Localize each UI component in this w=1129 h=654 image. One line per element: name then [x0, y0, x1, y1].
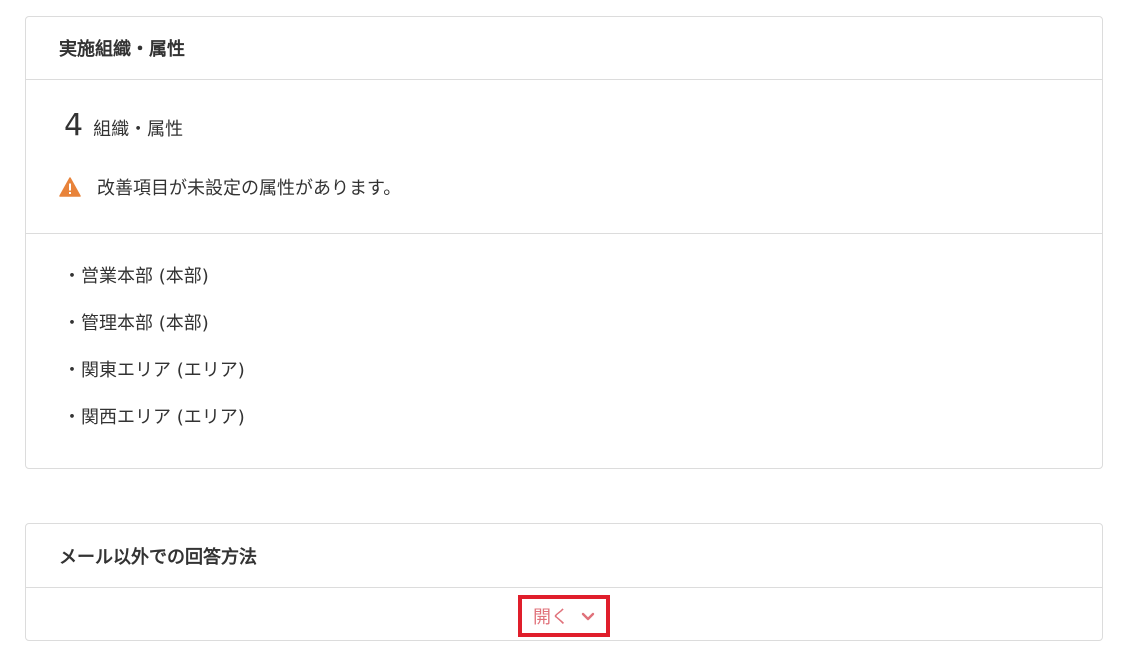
toggle-label: 開く	[533, 607, 569, 628]
list-item: ・管理本部 (本部)	[63, 313, 209, 334]
warning-message: 改善項目が未設定の属性があります。	[59, 174, 401, 200]
warning-triangle-icon	[59, 177, 81, 197]
org-count-number: 4	[64, 108, 84, 143]
chevron-down-icon	[581, 611, 595, 621]
alt-card-title: メール以外での回答方法	[26, 524, 1102, 588]
org-attributes-card: 実施組織・属性 4 組織・属性 改善項目が未設定の属性があります。 ・営業本部 …	[25, 16, 1103, 469]
org-count: 4 組織・属性	[64, 108, 183, 143]
org-summary: 4 組織・属性 改善項目が未設定の属性があります。	[26, 80, 1102, 234]
alt-answer-method-card: メール以外での回答方法 開く	[25, 523, 1103, 641]
list-item: ・関西エリア (エリア)	[63, 407, 245, 428]
org-count-unit: 組織・属性	[93, 119, 184, 140]
list-item: ・関東エリア (エリア)	[63, 360, 245, 381]
org-list: ・営業本部 (本部) ・管理本部 (本部) ・関東エリア (エリア) ・関西エリ…	[26, 234, 1102, 453]
warning-text: 改善項目が未設定の属性があります。	[97, 178, 402, 199]
list-item: ・営業本部 (本部)	[63, 266, 209, 287]
org-card-title: 実施組織・属性	[26, 17, 1102, 80]
toggle-area: 開く	[26, 588, 1102, 637]
expand-toggle-button[interactable]: 開く	[518, 595, 610, 637]
